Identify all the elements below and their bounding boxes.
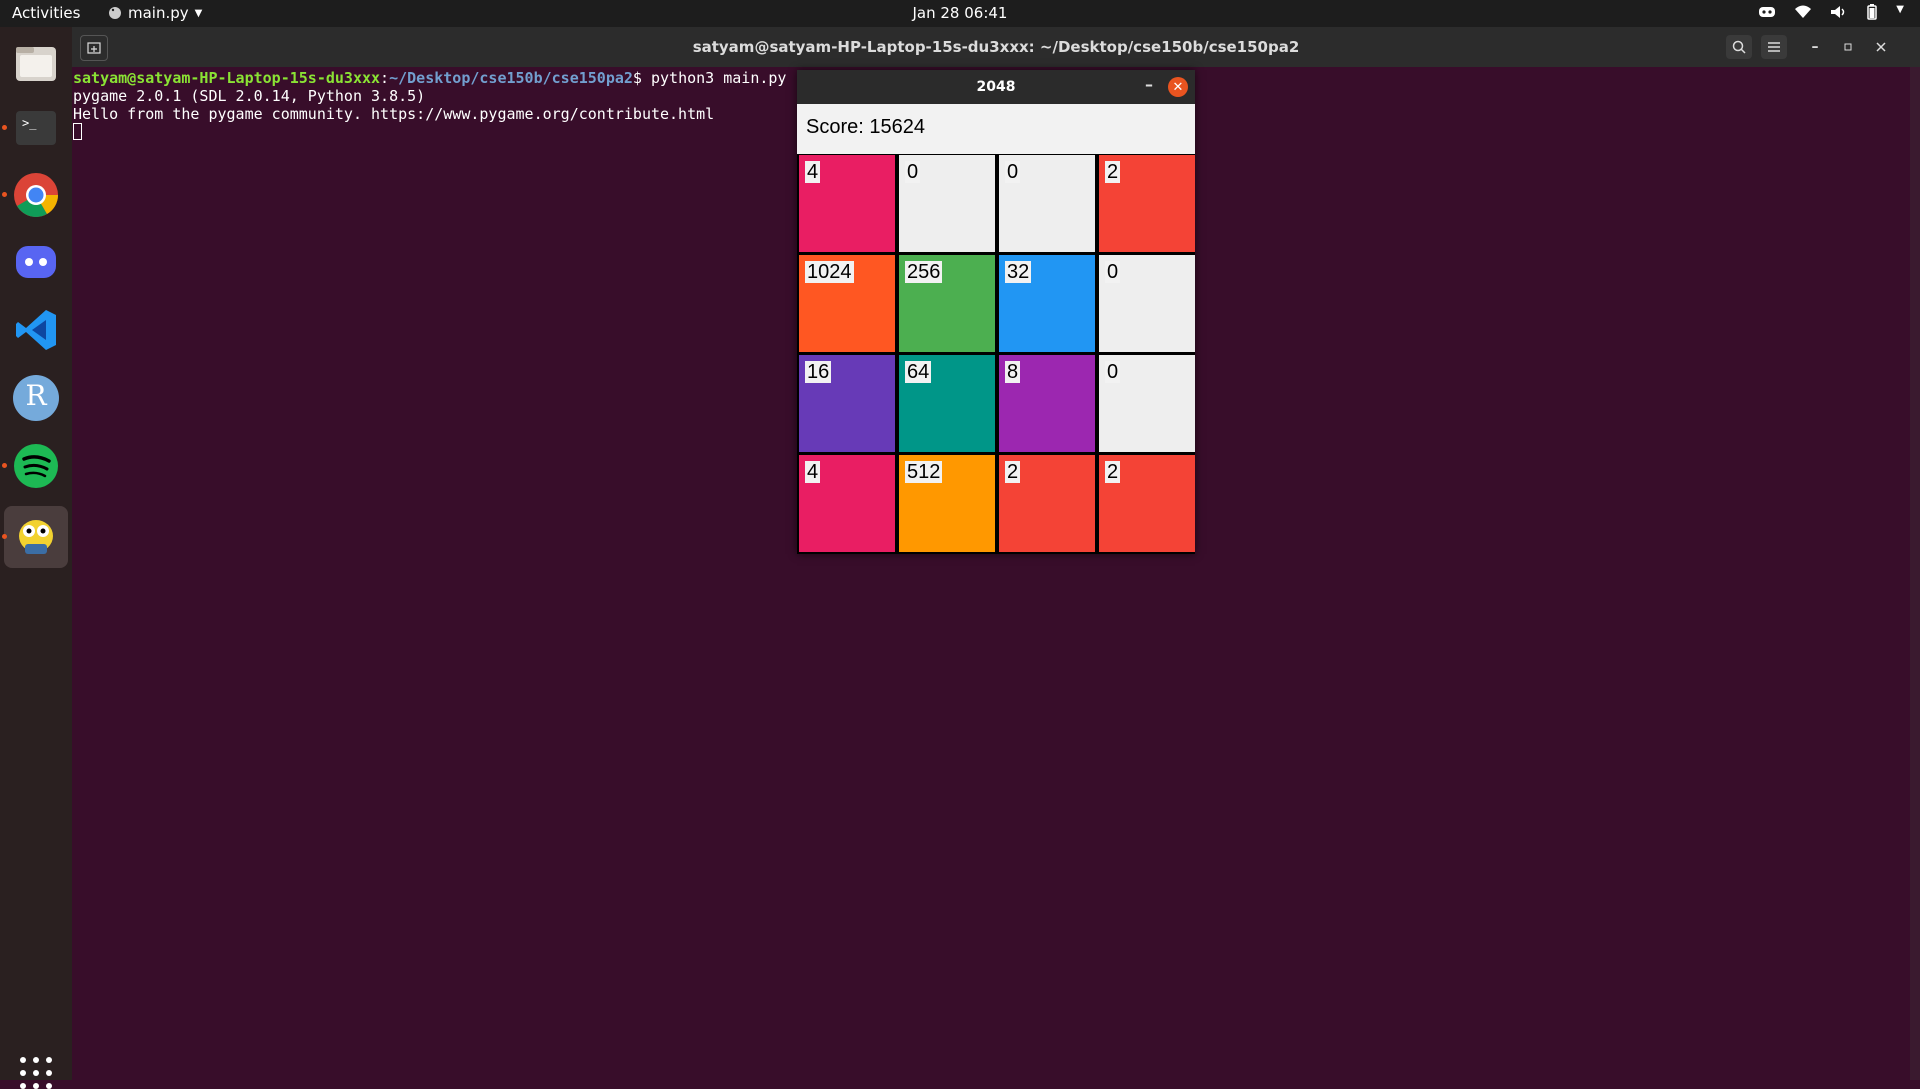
running-indicator	[2, 192, 7, 197]
wifi-icon[interactable]	[1794, 5, 1812, 19]
dock: >_ R	[0, 27, 72, 1089]
tile-value: 2	[1005, 461, 1021, 483]
tile: 512	[899, 455, 995, 552]
dock-spotify[interactable]	[2, 438, 64, 494]
tile: 2	[999, 455, 1095, 552]
tile: 0	[999, 155, 1095, 252]
files-icon	[16, 47, 56, 81]
dock-terminal[interactable]: >_	[2, 100, 64, 156]
tile: 4	[799, 155, 895, 252]
tile-value: 1024	[805, 261, 854, 283]
dock-files[interactable]	[8, 35, 64, 91]
tile-value: 0	[1005, 161, 1021, 183]
running-indicator	[2, 463, 7, 468]
python-app-icon	[19, 520, 53, 554]
terminal-command: $ python3 main.py	[632, 69, 787, 87]
terminal-prompt-line: satyam@satyam-HP-Laptop-15s-du3xxx:~/Des…	[73, 69, 786, 87]
tile: 2	[1099, 155, 1195, 252]
minimize-button[interactable]: –	[1802, 35, 1828, 59]
tile: 4	[799, 455, 895, 552]
chrome-icon	[14, 173, 58, 217]
prompt-path: ~/Desktop/cse150b/cse150pa2	[389, 69, 633, 87]
app-menu-label: main.py	[128, 4, 189, 22]
terminal-output-line: pygame 2.0.1 (SDL 2.0.14, Python 3.8.5)	[73, 87, 426, 105]
tile-value: 8	[1005, 361, 1021, 383]
tile-value: 2	[1105, 461, 1121, 483]
game-board[interactable]: 4 0 0 2 1024 256 32 0 16 64 8 0 4 512 2 2	[797, 155, 1195, 554]
tile: 64	[899, 355, 995, 452]
terminal-title: satyam@satyam-HP-Laptop-15s-du3xxx: ~/De…	[692, 38, 1300, 56]
tile-value: 2	[1105, 161, 1121, 183]
vscode-icon	[16, 310, 56, 350]
tile: 1024	[799, 255, 895, 352]
tile-value: 32	[1005, 261, 1032, 283]
top-bar: Activities main.py ▼ Jan 28 06:41 ▼	[0, 0, 1920, 27]
search-button[interactable]	[1726, 35, 1752, 59]
hamburger-icon	[1768, 42, 1780, 52]
r-letter: R	[25, 379, 47, 412]
spotify-icon	[14, 444, 58, 488]
system-tray[interactable]: ▼	[1758, 4, 1904, 20]
game-close-button[interactable]: ✕	[1168, 77, 1188, 97]
tile: 0	[899, 155, 995, 252]
running-indicator	[2, 534, 7, 539]
close-button[interactable]	[1868, 35, 1894, 59]
dock-python-app[interactable]	[2, 506, 68, 568]
tile: 0	[1099, 255, 1195, 352]
battery-icon[interactable]	[1866, 4, 1878, 20]
show-applications-button[interactable]	[20, 1057, 52, 1089]
tile: 0	[1099, 355, 1195, 452]
maximize-button[interactable]	[1835, 35, 1861, 59]
clock-label[interactable]: Jan 28 06:41	[913, 4, 1008, 22]
game-minimize-button[interactable]: –	[1145, 75, 1153, 94]
prompt-separator: :	[380, 69, 390, 87]
tile-value: 64	[905, 361, 932, 383]
python-small-icon	[109, 7, 121, 19]
tile-value: 4	[805, 461, 821, 483]
app-menu[interactable]: main.py ▼	[108, 4, 202, 22]
terminal-output-line: Hello from the pygame community. https:/…	[73, 105, 715, 123]
dock-vscode[interactable]	[8, 302, 64, 358]
tile-value: 0	[905, 161, 921, 183]
tile: 2	[1099, 455, 1195, 552]
tile-value: 0	[1105, 361, 1121, 383]
terminal-scrollbar[interactable]	[1910, 67, 1920, 1080]
tile-value: 16	[805, 361, 832, 383]
menu-button[interactable]	[1761, 35, 1787, 59]
game-titlebar[interactable]: 2048 – ✕	[797, 70, 1195, 104]
prompt-user: satyam@satyam-HP-Laptop-15s-du3xxx	[73, 69, 381, 87]
tile: 32	[999, 255, 1095, 352]
activities-button[interactable]: Activities	[12, 4, 80, 22]
tile-value: 4	[805, 161, 821, 183]
volume-icon[interactable]	[1830, 5, 1848, 19]
discord-tray-icon[interactable]	[1758, 5, 1776, 19]
discord-icon	[16, 246, 56, 278]
terminal-icon: >_	[16, 111, 56, 145]
game-title: 2048	[976, 79, 1016, 95]
dock-chrome[interactable]	[2, 167, 64, 223]
score-bar: Score: 15624	[797, 104, 1195, 154]
restore-icon	[1844, 43, 1852, 51]
tile: 8	[999, 355, 1095, 452]
chevron-down-icon[interactable]: ▼	[1896, 4, 1904, 20]
score-label: Score: 15624	[806, 116, 925, 138]
tile: 16	[799, 355, 895, 452]
chevron-down-icon: ▼	[194, 7, 203, 19]
clock: Jan 28 06:41	[0, 4, 1920, 22]
tile-value: 256	[905, 261, 943, 283]
game-window: 2048 – ✕ Score: 15624 4 0 0 2 1024 256 32 0 16 64…	[797, 70, 1195, 554]
svg-text:>_: >_	[22, 116, 37, 130]
tile-value: 0	[1105, 261, 1121, 283]
close-icon	[1876, 42, 1886, 52]
tile-value: 512	[905, 461, 943, 483]
search-icon	[1732, 40, 1746, 54]
running-indicator	[2, 125, 7, 130]
dock-discord[interactable]	[8, 234, 64, 290]
minimize-icon: –	[1811, 39, 1819, 55]
dock-r[interactable]: R	[8, 370, 64, 426]
terminal-titlebar: satyam@satyam-HP-Laptop-15s-du3xxx: ~/De…	[72, 27, 1920, 67]
tile: 256	[899, 255, 995, 352]
terminal-cursor	[73, 123, 82, 140]
close-icon: ✕	[1172, 79, 1184, 95]
